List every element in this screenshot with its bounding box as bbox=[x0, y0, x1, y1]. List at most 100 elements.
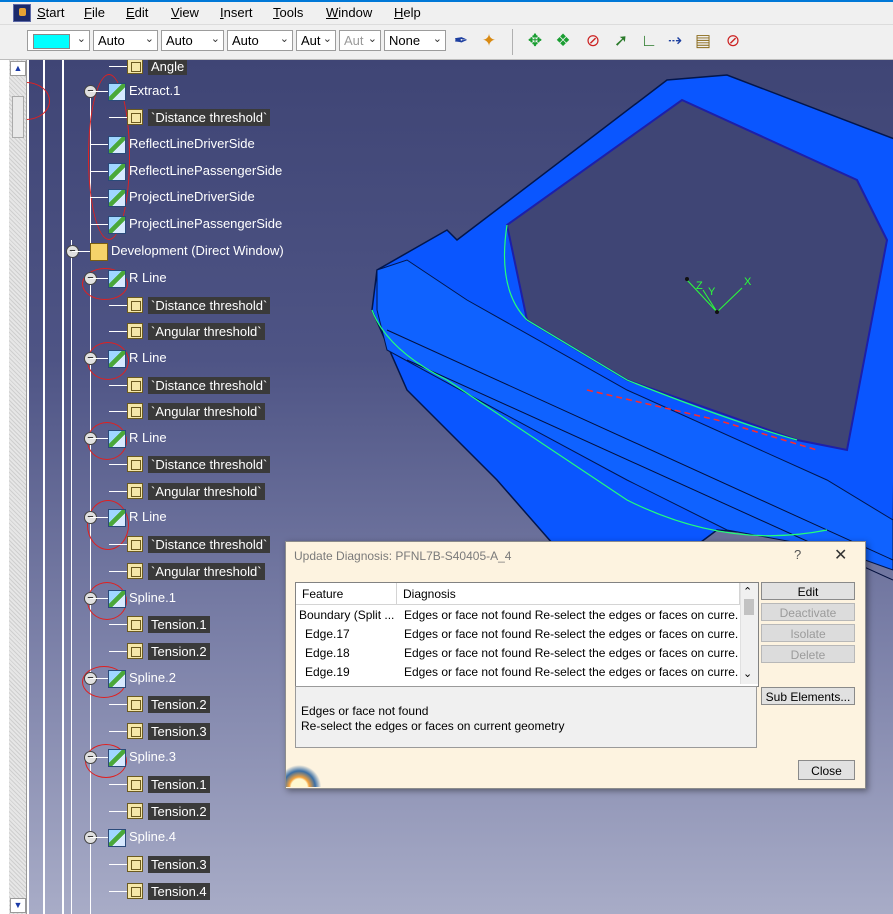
tree-node-label[interactable]: R Line bbox=[129, 509, 167, 524]
tree-node-label[interactable]: Angle bbox=[148, 60, 188, 75]
menu-insert[interactable]: Insert bbox=[220, 5, 253, 20]
tree-node-label[interactable]: Tension.3 bbox=[148, 856, 210, 873]
geometry-feature-icon[interactable] bbox=[108, 350, 126, 368]
tree-node-label[interactable]: Tension.4 bbox=[148, 883, 210, 900]
fill-color-combo[interactable]: ⌄ bbox=[27, 30, 90, 51]
line-type-combo[interactable]: Auto ⌄ bbox=[227, 30, 293, 51]
tree-node-label[interactable]: Tension.1 bbox=[148, 616, 210, 633]
tree-node-label[interactable]: Tension.2 bbox=[148, 643, 210, 660]
tree-node-label[interactable]: Spline.3 bbox=[129, 749, 176, 764]
tree-node-label[interactable]: ProjectLineDriverSide bbox=[129, 189, 255, 204]
tree-node-label[interactable]: R Line bbox=[129, 430, 167, 445]
tree-node-label[interactable]: ProjectLinePassengerSide bbox=[129, 216, 282, 231]
tree-node-label[interactable]: `Distance threshold` bbox=[148, 297, 271, 314]
scroll-thumb[interactable] bbox=[12, 96, 24, 138]
column-header-diagnosis[interactable]: Diagnosis bbox=[397, 583, 740, 605]
parameter-icon[interactable] bbox=[127, 536, 143, 552]
parameter-icon[interactable] bbox=[127, 776, 143, 792]
rotate-arrows-icon[interactable]: ❖ bbox=[552, 30, 574, 52]
menu-edit[interactable]: Edit bbox=[126, 5, 148, 20]
close-button[interactable]: Close bbox=[798, 760, 855, 780]
geometry-feature-icon[interactable] bbox=[108, 216, 126, 234]
tree-node-label[interactable]: `Distance threshold` bbox=[148, 536, 271, 553]
tree-node-label[interactable]: Tension.2 bbox=[148, 803, 210, 820]
move-arrows-icon[interactable]: ✥ bbox=[524, 30, 546, 52]
sketch-point-icon[interactable]: ➚ bbox=[610, 30, 632, 52]
dimension-tool-icon[interactable]: ⇢ bbox=[664, 30, 686, 52]
tree-scrollbar[interactable]: ▲ ▼ bbox=[9, 60, 27, 914]
geometry-feature-icon[interactable] bbox=[108, 509, 126, 527]
tree-node-label[interactable]: Extract.1 bbox=[129, 83, 180, 98]
geometry-feature-icon[interactable] bbox=[108, 749, 126, 767]
parameter-icon[interactable] bbox=[127, 456, 143, 472]
table-scrollbar[interactable]: ⌃ ⌄ bbox=[740, 583, 758, 684]
scroll-up-arrow-icon[interactable]: ⌃ bbox=[743, 585, 752, 598]
line-tool-icon[interactable]: ∟ bbox=[638, 30, 660, 52]
parameter-icon[interactable] bbox=[127, 643, 143, 659]
scroll-thumb[interactable] bbox=[744, 599, 754, 615]
tree-node-label[interactable]: Tension.3 bbox=[148, 723, 210, 740]
diagnosis-cell[interactable]: Edges or face not found Re-select the ed… bbox=[404, 644, 738, 663]
geometry-feature-icon[interactable] bbox=[108, 136, 126, 154]
scroll-up-arrow-icon[interactable]: ▲ bbox=[10, 61, 26, 76]
tree-node-label[interactable]: `Distance threshold` bbox=[148, 109, 271, 126]
tree-node-label[interactable]: `Angular threshold` bbox=[148, 403, 265, 420]
geometry-feature-icon[interactable] bbox=[108, 430, 126, 448]
diagnosis-cell[interactable]: Edges or face not found Re-select the ed… bbox=[404, 606, 738, 625]
sub-elements-button[interactable]: Sub Elements... bbox=[761, 687, 855, 705]
parameter-icon[interactable] bbox=[127, 616, 143, 632]
parameter-icon[interactable] bbox=[127, 377, 143, 393]
transparency-combo[interactable]: Auto ⌄ bbox=[93, 30, 158, 51]
parameter-icon[interactable] bbox=[127, 803, 143, 819]
tree-node-label[interactable]: R Line bbox=[129, 270, 167, 285]
column-header-feature[interactable]: Feature bbox=[296, 583, 397, 605]
geometrical-set-icon[interactable] bbox=[90, 243, 108, 261]
tree-node-label[interactable]: Spline.1 bbox=[129, 590, 176, 605]
no-entry-pin-icon[interactable]: ⊘ bbox=[722, 30, 744, 52]
parameter-icon[interactable] bbox=[127, 403, 143, 419]
tree-node-label[interactable]: Spline.2 bbox=[129, 670, 176, 685]
geometry-feature-icon[interactable] bbox=[108, 829, 126, 847]
menu-file[interactable]: File bbox=[84, 5, 105, 20]
parameter-icon[interactable] bbox=[127, 109, 143, 125]
ruler-icon[interactable]: ▤ bbox=[692, 30, 714, 52]
tree-node-label[interactable]: R Line bbox=[129, 350, 167, 365]
edit-button[interactable]: Edit bbox=[761, 582, 855, 600]
tree-node-label[interactable]: `Distance threshold` bbox=[148, 456, 271, 473]
parameter-icon[interactable] bbox=[127, 563, 143, 579]
scroll-down-arrow-icon[interactable]: ▼ bbox=[10, 898, 26, 913]
geometry-feature-icon[interactable] bbox=[108, 270, 126, 288]
diagnosis-cell[interactable]: Edges or face not found Re-select the ed… bbox=[404, 625, 738, 644]
menu-help[interactable]: Help bbox=[394, 5, 421, 20]
geometry-feature-icon[interactable] bbox=[108, 163, 126, 181]
point-symbol-combo[interactable]: Aut ⌄ bbox=[296, 30, 336, 51]
geometry-feature-icon[interactable] bbox=[108, 83, 126, 101]
line-thickness-combo[interactable]: Auto ⌄ bbox=[161, 30, 224, 51]
parameter-icon[interactable] bbox=[127, 723, 143, 739]
parameter-icon[interactable] bbox=[127, 696, 143, 712]
help-button[interactable]: ? bbox=[794, 547, 801, 562]
paintbrush-icon[interactable]: ✒ bbox=[450, 30, 472, 52]
tree-node-label[interactable]: `Angular threshold` bbox=[148, 323, 265, 340]
magic-wand-icon[interactable]: ✦ bbox=[478, 30, 500, 52]
tree-node-label[interactable]: Spline.4 bbox=[129, 829, 176, 844]
geometry-feature-icon[interactable] bbox=[108, 590, 126, 608]
app-logo-icon[interactable] bbox=[13, 4, 31, 22]
menu-view[interactable]: View bbox=[171, 5, 199, 20]
parameter-icon[interactable] bbox=[127, 483, 143, 499]
parameter-icon[interactable] bbox=[127, 60, 143, 74]
parameter-icon[interactable] bbox=[127, 297, 143, 313]
feature-cell[interactable]: Edge.19 bbox=[305, 663, 400, 682]
tree-node-label[interactable]: Tension.2 bbox=[148, 696, 210, 713]
menu-window[interactable]: Window bbox=[326, 5, 372, 20]
deactivate-pin-icon[interactable]: ⊘ bbox=[582, 30, 604, 52]
feature-cell[interactable]: Edge.17 bbox=[305, 625, 400, 644]
feature-cell[interactable]: Boundary (Split ... bbox=[299, 606, 394, 625]
tree-node-label[interactable]: Development (Direct Window) bbox=[111, 243, 284, 258]
layer-combo[interactable]: None ⌄ bbox=[384, 30, 446, 51]
parameter-icon[interactable] bbox=[127, 856, 143, 872]
tree-node-label[interactable]: Tension.1 bbox=[148, 776, 210, 793]
tree-node-label[interactable]: `Angular threshold` bbox=[148, 483, 265, 500]
tree-node-label[interactable]: `Angular threshold` bbox=[148, 563, 265, 580]
diagnosis-cell[interactable]: Edges or face not found Re-select the ed… bbox=[404, 663, 738, 682]
